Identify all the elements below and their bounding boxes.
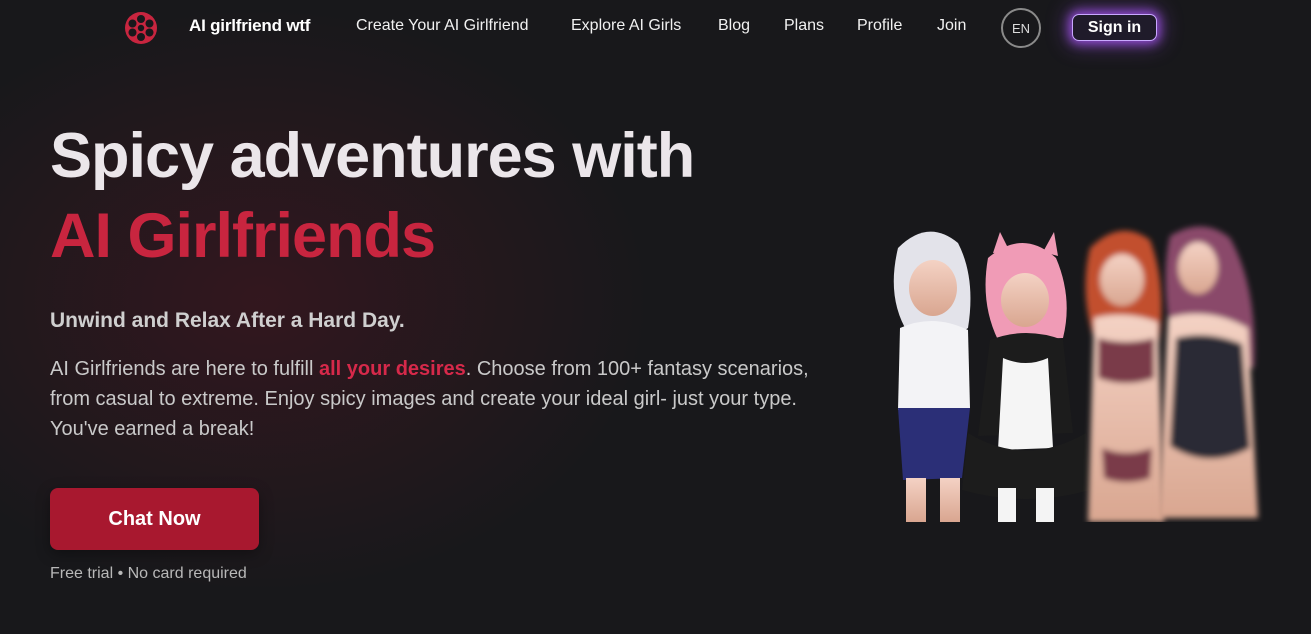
brand-link[interactable]: AI girlfriend wtf bbox=[189, 16, 310, 36]
free-trial-note: Free trial • No card required bbox=[50, 565, 247, 582]
nav-link-profile[interactable]: Profile bbox=[857, 17, 902, 35]
sign-in-button[interactable]: Sign in bbox=[1072, 14, 1157, 41]
nav-link-join[interactable]: Join bbox=[937, 17, 966, 35]
hero-title-line1: Spicy adventures with bbox=[50, 121, 695, 191]
nav-link-plans[interactable]: Plans bbox=[784, 17, 824, 35]
hero-title: Spicy adventures with AI Girlfriends bbox=[50, 116, 695, 276]
film-reel-icon[interactable] bbox=[124, 11, 158, 45]
nav-link-explore[interactable]: Explore AI Girls bbox=[571, 17, 681, 35]
hero-description: AI Girlfriends are here to fulfill all y… bbox=[50, 354, 820, 444]
top-nav: AI girlfriend wtf Create Your AI Girlfri… bbox=[0, 0, 1311, 56]
hero-description-highlight: all your desires bbox=[319, 358, 466, 380]
chat-now-button[interactable]: Chat Now bbox=[50, 488, 259, 550]
hero-characters-image bbox=[893, 226, 1258, 522]
language-selector[interactable]: EN bbox=[1001, 8, 1041, 48]
nav-link-create[interactable]: Create Your AI Girlfriend bbox=[356, 17, 529, 35]
hero-description-start: AI Girlfriends are here to fulfill bbox=[50, 358, 319, 380]
hero-subtitle: Unwind and Relax After a Hard Day. bbox=[50, 309, 405, 332]
nav-link-blog[interactable]: Blog bbox=[718, 17, 750, 35]
hero-title-line2: AI Girlfriends bbox=[50, 201, 436, 271]
